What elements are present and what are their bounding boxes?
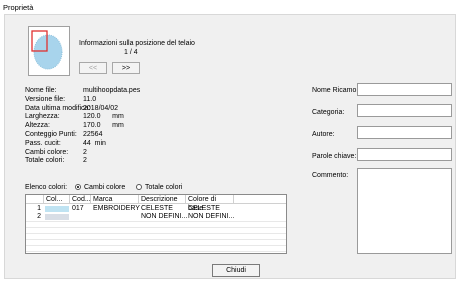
table-cell-base: NON DEFINI... <box>188 213 235 220</box>
keywords-field[interactable] <box>357 148 452 161</box>
category-label: Categoria: <box>312 109 345 116</box>
info-value: 44 min <box>83 139 106 147</box>
info-label: Conteggio Punti: <box>25 131 77 138</box>
radio-color-changes[interactable] <box>75 184 81 190</box>
color-swatch <box>45 206 69 212</box>
radio-total-colors[interactable] <box>136 184 142 190</box>
column-header-base-color[interactable]: Colore di base <box>186 195 234 212</box>
previous-hoop-button[interactable]: << <box>79 62 107 74</box>
next-hoop-button[interactable]: >> <box>112 62 140 74</box>
info-value: 170.0 mm <box>83 122 124 130</box>
info-label: Cambi colore: <box>25 148 69 156</box>
hoop-preview <box>28 26 70 76</box>
info-value: multihoopdata.pes <box>83 87 141 94</box>
info-value: 2 <box>83 148 87 156</box>
table-row[interactable]: 1 017 EMBROIDERY CELESTE CELESTE <box>26 205 286 213</box>
table-cell-n: 2 <box>37 213 41 220</box>
table-cell-n: 1 <box>37 205 41 212</box>
author-label: Autore: <box>312 131 335 138</box>
color-swatch <box>45 214 69 220</box>
title-bar: Proprietà <box>0 0 460 14</box>
radio-color-changes-label[interactable]: Cambi colore <box>84 184 125 191</box>
comment-label: Commento: <box>312 172 349 179</box>
close-button[interactable]: Chiudi <box>212 264 260 277</box>
table-grid-line <box>26 251 286 252</box>
info-label: Totale colori: <box>25 157 65 165</box>
column-header-brand[interactable]: Marca <box>91 195 139 204</box>
info-label: Larghezza: <box>25 113 60 121</box>
author-field[interactable] <box>357 126 452 139</box>
radio-total-colors-label[interactable]: Totale colori <box>145 184 182 191</box>
info-label: Versione file: <box>25 95 66 103</box>
table-cell-code: 017 <box>72 205 84 212</box>
comment-field[interactable] <box>357 168 452 254</box>
table-cell-desc: CELESTE <box>141 205 173 212</box>
table-cell-desc: NON DEFINI... <box>141 213 188 220</box>
info-label: Pass. cucit: <box>25 139 61 147</box>
info-label: Altezza: <box>25 122 50 130</box>
column-header-color[interactable]: Col... <box>44 195 70 204</box>
table-grid-line <box>26 227 286 228</box>
color-table[interactable]: Col... Cod... Marca Descrizione Colore d… <box>25 194 287 254</box>
info-label: Nome file: <box>25 87 57 94</box>
keywords-label: Parole chiave: <box>312 153 357 160</box>
window-title: Proprietà <box>3 3 34 12</box>
table-grid-line <box>26 221 286 222</box>
column-header-index[interactable] <box>26 195 44 204</box>
embroidery-name-label: Nome Ricamo: <box>312 87 359 94</box>
color-list-label: Elenco colori: <box>25 184 68 191</box>
info-value: 2 <box>83 157 87 165</box>
table-grid-line <box>26 245 286 246</box>
embroidery-preview-icon <box>31 30 63 70</box>
column-header-blank <box>234 195 286 204</box>
info-label: Data ultima modifica: <box>25 104 91 112</box>
table-cell-brand: EMBROIDERY <box>93 205 140 212</box>
table-grid-line <box>26 233 286 234</box>
category-field[interactable] <box>357 104 452 117</box>
embroidery-name-field[interactable] <box>357 83 452 96</box>
info-value: 120.0 mm <box>83 113 124 121</box>
table-row[interactable]: 2 NON DEFINI... NON DEFINI... <box>26 213 286 221</box>
hoop-info-text: Informazioni sulla posizione del telaio <box>79 40 195 47</box>
info-value: 11.0 <box>83 95 97 103</box>
table-grid-line <box>26 239 286 240</box>
hoop-page-indicator: 1 / 4 <box>124 49 138 56</box>
column-header-code[interactable]: Cod... <box>70 195 91 204</box>
column-header-description[interactable]: Descrizione <box>139 195 186 204</box>
table-cell-base: CELESTE <box>188 205 220 212</box>
info-value: 22564 <box>83 131 103 138</box>
info-value: 2018/04/02 <box>83 104 119 112</box>
